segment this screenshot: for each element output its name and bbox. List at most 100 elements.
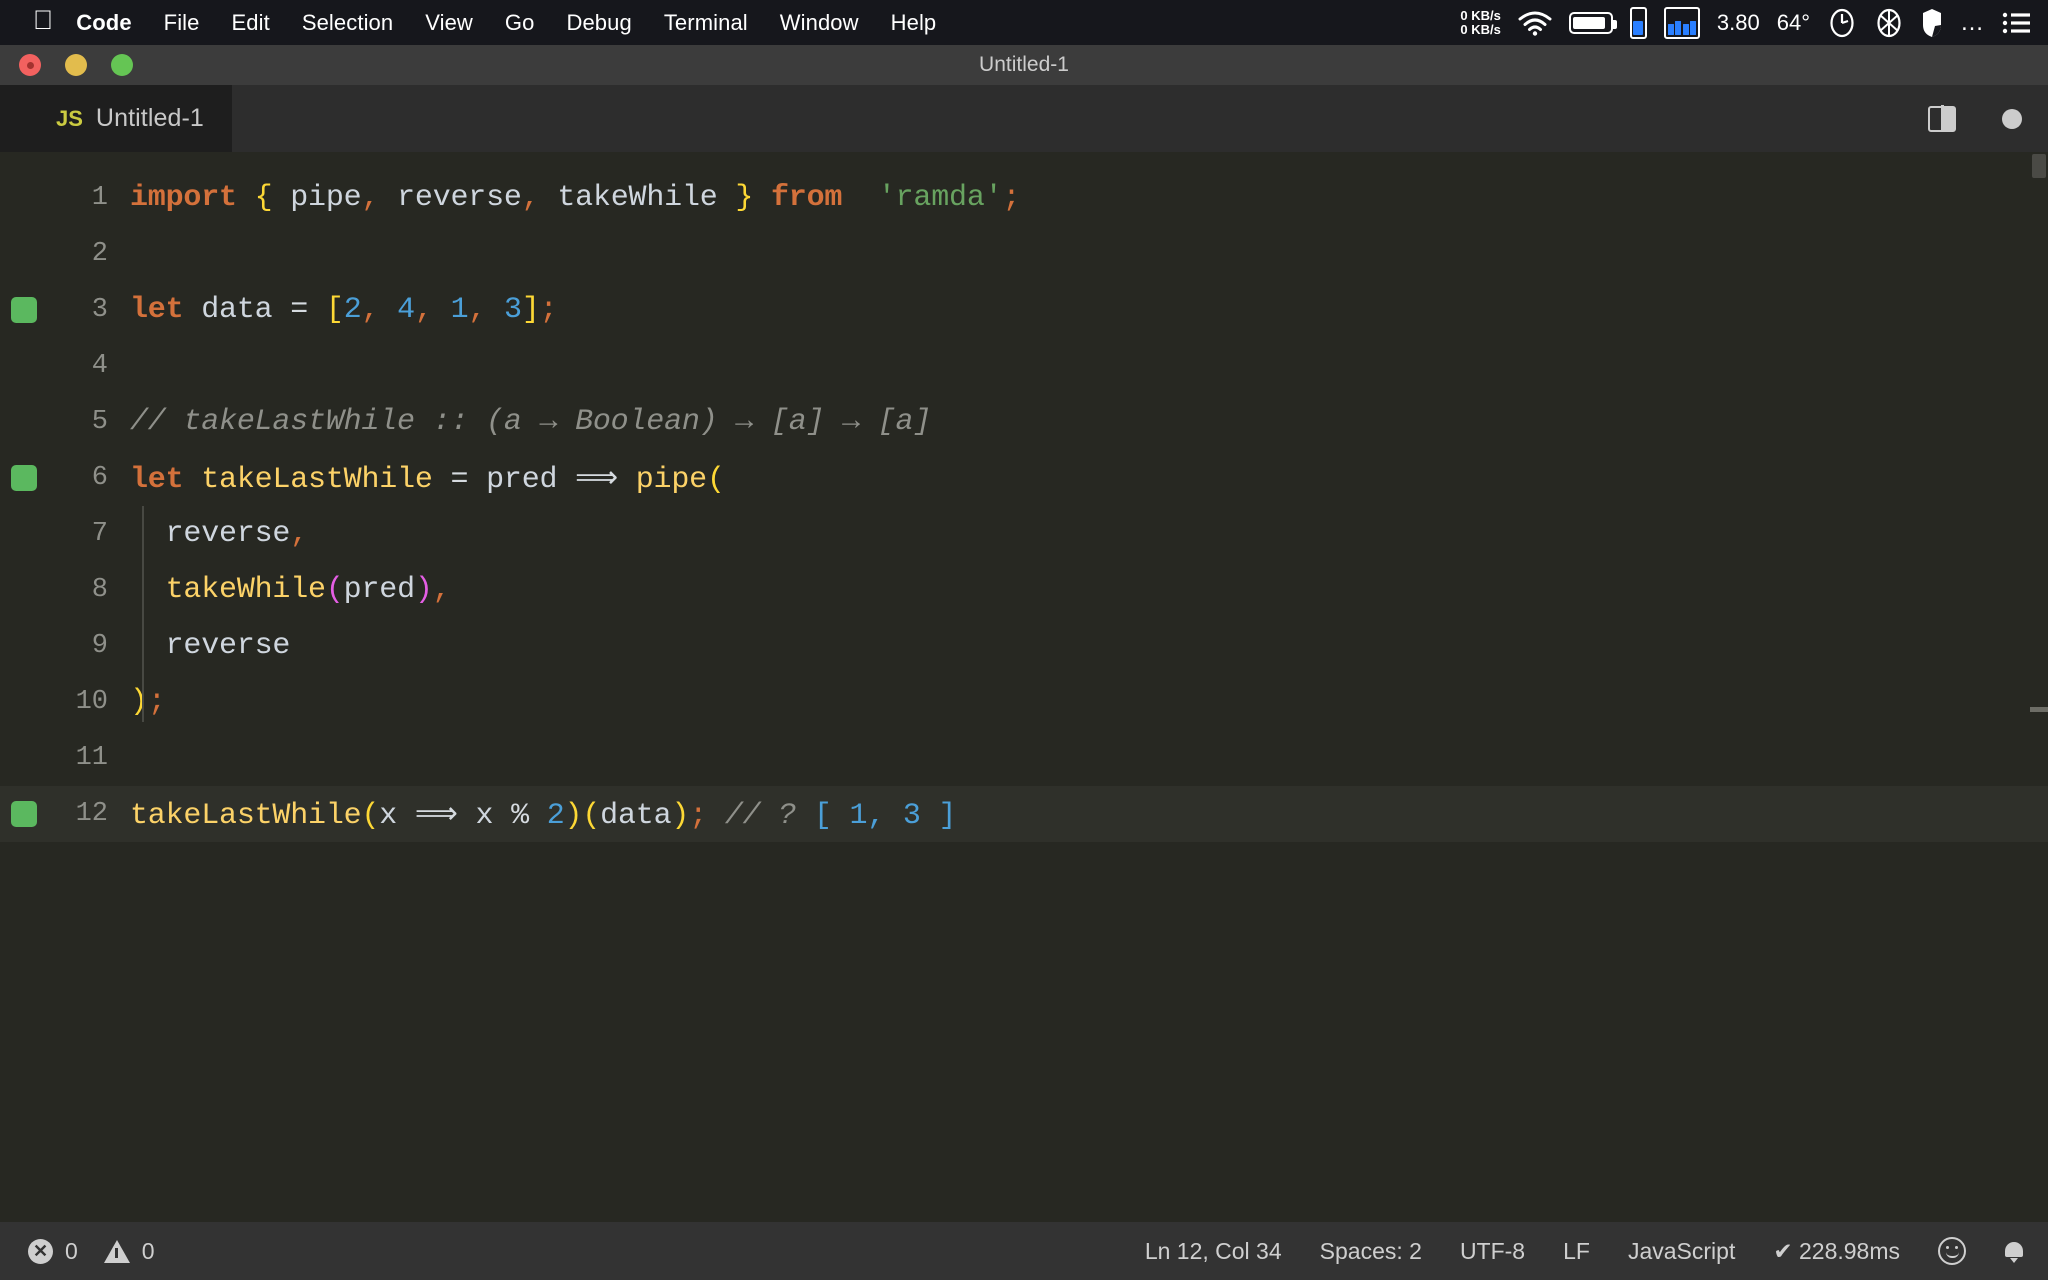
- indentation-setting[interactable]: Spaces: 2: [1320, 1238, 1422, 1265]
- line-number: 4: [0, 351, 130, 381]
- vscode-window: Untitled-1 JS Untitled-1 1import { pipe,…: [0, 45, 2048, 1280]
- code-token: takeWhile: [540, 181, 736, 215]
- encoding-setting[interactable]: UTF-8: [1460, 1238, 1525, 1265]
- code-line-7[interactable]: 7 reverse,: [0, 506, 2048, 562]
- code-token: 'ramda': [878, 181, 1003, 215]
- menu-item-help[interactable]: Help: [891, 10, 937, 36]
- code-line-1[interactable]: 1import { pipe, reverse, takeWhile } fro…: [0, 170, 2048, 226]
- code-line-9[interactable]: 9 reverse: [0, 618, 2048, 674]
- line-number: 11: [0, 743, 130, 773]
- aperture-icon[interactable]: [1874, 8, 1904, 38]
- code-line-2[interactable]: 2: [0, 226, 2048, 282]
- menu-item-go[interactable]: Go: [505, 10, 535, 36]
- code-line-text: import { pipe, reverse, takeWhile } from…: [130, 181, 1020, 215]
- smiley-feedback-icon[interactable]: [1938, 1237, 1966, 1265]
- menu-bar-status-items: 0 KB/s 0 KB/s 3.80 64°: [1460, 0, 2032, 45]
- code-token: ): [415, 573, 433, 607]
- warning-count[interactable]: 0: [142, 1238, 155, 1265]
- run-time-badge[interactable]: ✔ 228.98ms: [1773, 1238, 1900, 1265]
- code-token: ⟹: [557, 463, 635, 497]
- code-token: =: [451, 463, 469, 497]
- code-line-11[interactable]: 11: [0, 730, 2048, 786]
- code-line-4[interactable]: 4: [0, 338, 2048, 394]
- cursor-position[interactable]: Ln 12, Col 34: [1145, 1238, 1282, 1265]
- code-token: ⟹: [397, 799, 475, 833]
- code-token: let: [130, 463, 183, 497]
- gutter-breakpoint-marker[interactable]: [11, 801, 37, 827]
- error-count[interactable]: 0: [65, 1238, 78, 1265]
- code-line-8[interactable]: 8 takeWhile(pred),: [0, 562, 2048, 618]
- warning-icon[interactable]: [104, 1240, 130, 1263]
- code-line-text: let data = [2, 4, 1, 3];: [130, 293, 557, 327]
- tab-label: Untitled-1: [96, 104, 204, 133]
- code-token: ;: [540, 293, 558, 327]
- control-center-list-icon[interactable]: [2002, 11, 2032, 35]
- code-token: data: [183, 293, 290, 327]
- menu-item-debug[interactable]: Debug: [566, 10, 631, 36]
- battery-icon[interactable]: [1569, 12, 1613, 34]
- code-line-text: let takeLastWhile = pred ⟹ pipe(: [130, 460, 725, 497]
- menu-item-file[interactable]: File: [164, 10, 200, 36]
- wifi-icon[interactable]: [1518, 10, 1552, 36]
- menu-item-edit[interactable]: Edit: [232, 10, 270, 36]
- menu-item-code[interactable]: Code: [76, 10, 131, 36]
- code-token: [753, 181, 771, 215]
- code-token: (: [582, 799, 600, 833]
- gutter-breakpoint-marker[interactable]: [11, 465, 37, 491]
- code-token: [237, 181, 255, 215]
- code-line-text: takeWhile(pred),: [130, 573, 451, 607]
- gutter-breakpoint-marker[interactable]: [11, 297, 37, 323]
- code-editor[interactable]: 1import { pipe, reverse, takeWhile } fro…: [0, 152, 2048, 1222]
- code-token: ): [565, 799, 583, 833]
- code-lines-container: 1import { pipe, reverse, takeWhile } fro…: [0, 170, 2048, 1222]
- editor-scrollbar[interactable]: [2030, 152, 2048, 1222]
- network-speed-indicator[interactable]: 0 KB/s 0 KB/s: [1460, 9, 1500, 37]
- ellipsis-icon[interactable]: …: [1960, 18, 1985, 28]
- code-token: reverse: [130, 629, 290, 663]
- code-token: [529, 799, 547, 833]
- load-average-text[interactable]: 3.80: [1717, 10, 1760, 36]
- cpu-history-graph-icon[interactable]: [1664, 7, 1700, 39]
- line-number: 5: [0, 407, 130, 437]
- tab-untitled-1[interactable]: JS Untitled-1: [0, 85, 232, 152]
- eol-setting[interactable]: LF: [1563, 1238, 1590, 1265]
- code-token: let: [130, 293, 183, 327]
- bell-notifications-icon[interactable]: [2004, 1240, 2024, 1262]
- shield-icon[interactable]: [1921, 8, 1943, 38]
- temperature-text[interactable]: 64°: [1777, 10, 1810, 36]
- code-token: ,: [468, 293, 486, 327]
- code-token: [130, 573, 166, 607]
- line-number: 1: [0, 183, 130, 213]
- code-token: (: [707, 463, 725, 497]
- code-token: takeLastWhile: [130, 799, 361, 833]
- code-token: ,: [415, 293, 433, 327]
- menu-item-terminal[interactable]: Terminal: [664, 10, 748, 36]
- code-line-6[interactable]: 6let takeLastWhile = pred ⟹ pipe(: [0, 450, 2048, 506]
- code-line-10[interactable]: 10);: [0, 674, 2048, 730]
- code-token: pipe: [636, 463, 707, 497]
- code-token: %: [511, 799, 529, 833]
- line-number: 10: [0, 687, 130, 717]
- analog-clock-icon[interactable]: [1827, 8, 1857, 38]
- menu-item-view[interactable]: View: [425, 10, 473, 36]
- split-editor-right-icon[interactable]: [1928, 106, 1956, 132]
- menu-item-window[interactable]: Window: [780, 10, 859, 36]
- network-download-speed: 0 KB/s: [1460, 23, 1500, 37]
- code-line-3[interactable]: 3let data = [2, 4, 1, 3];: [0, 282, 2048, 338]
- apple-logo-icon[interactable]: : [33, 7, 53, 34]
- code-token: // ?: [707, 799, 814, 833]
- code-token: [379, 293, 397, 327]
- code-token: ;: [148, 685, 166, 719]
- status-bar: ✕ 0 0 Ln 12, Col 34 Spaces: 2 UTF-8 LF J…: [0, 1222, 2048, 1280]
- menu-item-selection[interactable]: Selection: [302, 10, 393, 36]
- language-mode[interactable]: JavaScript: [1628, 1238, 1735, 1265]
- unsaved-changes-dot-icon[interactable]: [2002, 109, 2022, 129]
- code-line-12[interactable]: 12takeLastWhile(x ⟹ x % 2)(data); // ? […: [0, 786, 2048, 842]
- scrollbar-thumb[interactable]: [2032, 154, 2046, 178]
- code-token: (: [326, 573, 344, 607]
- code-line-5[interactable]: 5// takeLastWhile :: (a → Boolean) → [a]…: [0, 394, 2048, 450]
- battery-level-fill: [1573, 17, 1605, 29]
- memory-meter-icon[interactable]: [1630, 7, 1647, 39]
- error-icon[interactable]: ✕: [28, 1239, 53, 1264]
- code-token: pipe: [272, 181, 361, 215]
